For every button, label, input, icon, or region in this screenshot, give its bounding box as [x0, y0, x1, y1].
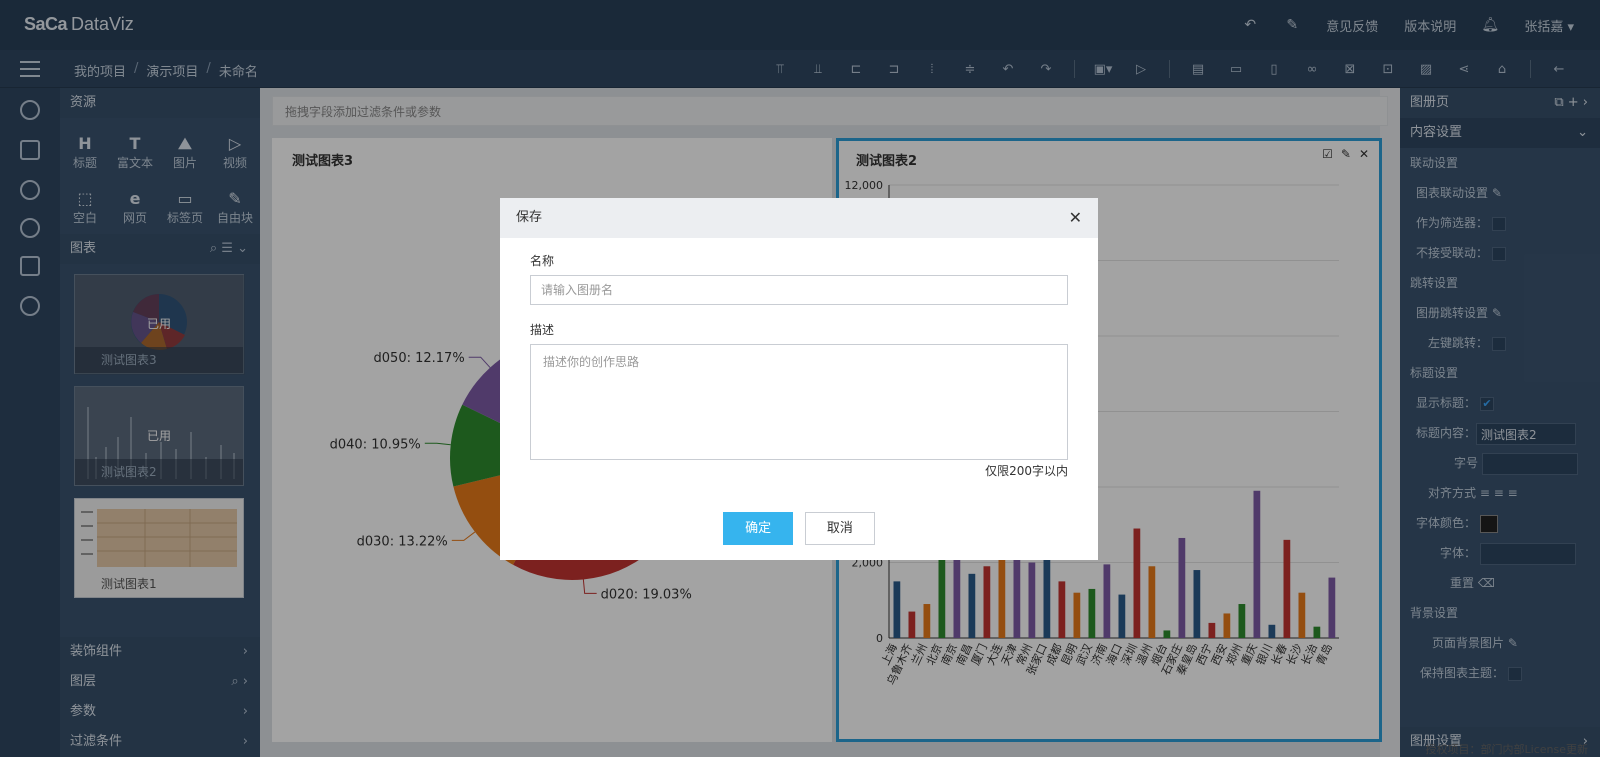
cancel-button[interactable]: 取消: [804, 512, 875, 545]
dialog-title: 保存: [516, 210, 543, 225]
name-input[interactable]: 请输入图册名: [530, 275, 1068, 305]
char-limit-hint: 仅限200字以内: [985, 464, 1068, 478]
dialog-body: 名称 请输入图册名 描述 描述你的创作思路 仅限200字以内: [500, 238, 1098, 479]
dialog-buttons: 确定 取消: [500, 512, 1098, 545]
close-icon[interactable]: ✕: [1069, 198, 1082, 238]
confirm-button[interactable]: 确定: [723, 512, 794, 545]
save-dialog: 保存 ✕ 名称 请输入图册名 描述 描述你的创作思路 仅限200字以内 确定 取…: [500, 198, 1098, 560]
desc-label: 描述: [530, 323, 555, 337]
dialog-header: 保存 ✕: [500, 198, 1098, 238]
desc-textarea[interactable]: 描述你的创作思路: [530, 344, 1068, 460]
name-label: 名称: [530, 254, 555, 268]
